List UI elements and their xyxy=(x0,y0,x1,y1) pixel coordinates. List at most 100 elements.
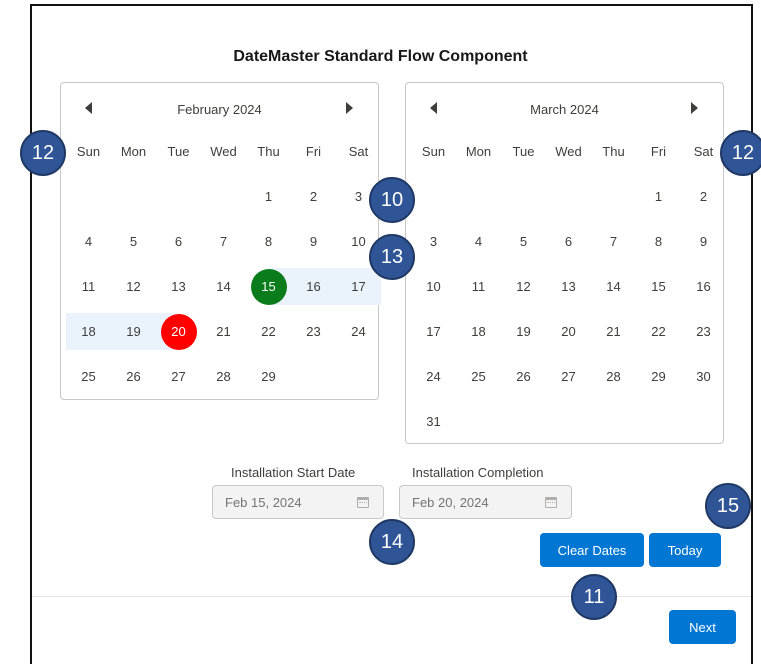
day-number: 4 xyxy=(474,234,483,249)
day-cell[interactable]: 4 xyxy=(456,223,501,260)
weekday-label: Sun xyxy=(421,144,446,159)
day-cell[interactable]: 26 xyxy=(111,358,156,395)
week-row: 123 xyxy=(66,174,381,219)
day-cell[interactable]: 9 xyxy=(681,223,726,260)
day-cell[interactable]: 7 xyxy=(201,223,246,260)
day-cell[interactable]: 2 xyxy=(291,178,336,215)
day-cell[interactable]: 13 xyxy=(546,268,591,305)
day-cell[interactable]: 11 xyxy=(456,268,501,305)
day-cell[interactable]: 18 xyxy=(66,313,111,350)
day-cell[interactable]: 12 xyxy=(501,268,546,305)
annotation-badge: 12 xyxy=(20,130,66,176)
clear-dates-button[interactable]: Clear Dates xyxy=(540,533,644,567)
day-cell[interactable]: 6 xyxy=(156,223,201,260)
empty-day-cell xyxy=(156,178,201,215)
day-cell[interactable]: 30 xyxy=(681,358,726,395)
day-number: 16 xyxy=(696,279,711,294)
day-cell[interactable]: 1 xyxy=(246,178,291,215)
calendar-icon[interactable] xyxy=(545,497,557,508)
week-row: 18 19 20 21 22 23 24 xyxy=(66,309,381,354)
day-cell[interactable]: 25 xyxy=(66,358,111,395)
day-cell[interactable]: 8 xyxy=(246,223,291,260)
day-cell[interactable]: 27 xyxy=(156,358,201,395)
empty-day-cell xyxy=(456,178,501,215)
day-cell[interactable]: 13 xyxy=(156,268,201,305)
day-cell[interactable]: 20 xyxy=(156,313,201,350)
day-number: 9 xyxy=(309,234,318,249)
day-cell[interactable]: 18 xyxy=(456,313,501,350)
weekday-header-row: Sun Mon Tue Wed Thu Fri Sat xyxy=(411,129,726,174)
day-cell[interactable]: 15 xyxy=(636,268,681,305)
day-cell[interactable]: 22 xyxy=(636,313,681,350)
day-cell[interactable]: 29 xyxy=(636,358,681,395)
day-cell[interactable]: 17 xyxy=(411,313,456,350)
week-row: 10 11 12 13 14 15 16 xyxy=(411,264,726,309)
today-button[interactable]: Today xyxy=(649,533,721,567)
day-cell[interactable]: 10 xyxy=(411,268,456,305)
next-month-button[interactable] xyxy=(687,101,701,115)
day-cell[interactable]: 16 xyxy=(291,268,336,305)
calendar-icon[interactable] xyxy=(357,497,369,508)
day-cell[interactable]: 24 xyxy=(336,313,381,350)
day-cell[interactable]: 7 xyxy=(591,223,636,260)
week-row: 4 5 6 7 8 9 10 xyxy=(66,219,381,264)
day-cell[interactable]: 5 xyxy=(501,223,546,260)
weekday-header-row: Sun Mon Tue Wed Thu Fri Sat xyxy=(66,129,381,174)
day-cell[interactable]: 24 xyxy=(411,358,456,395)
next-month-button[interactable] xyxy=(342,101,356,115)
day-cell[interactable]: 15 xyxy=(246,268,291,305)
calendar-grid: Sun Mon Tue Wed Thu Fri Sat 1 2 3 4 5 6 7 8 9 10 11 12 13 14… xyxy=(411,129,726,444)
day-cell[interactable]: 20 xyxy=(546,313,591,350)
day-number: 2 xyxy=(309,189,318,204)
day-number: 25 xyxy=(471,369,486,384)
day-cell[interactable]: 2 xyxy=(681,178,726,215)
empty-day-cell xyxy=(411,178,456,215)
day-cell[interactable]: 19 xyxy=(111,313,156,350)
day-number: 18 xyxy=(471,324,486,339)
day-cell[interactable]: 21 xyxy=(201,313,246,350)
day-number: 27 xyxy=(561,369,576,384)
next-button[interactable]: Next xyxy=(669,610,736,644)
day-cell[interactable]: 27 xyxy=(546,358,591,395)
day-cell[interactable]: 19 xyxy=(501,313,546,350)
day-cell[interactable]: 21 xyxy=(591,313,636,350)
day-cell[interactable]: 9 xyxy=(291,223,336,260)
day-cell[interactable]: 11 xyxy=(66,268,111,305)
day-cell[interactable]: 1 xyxy=(636,178,681,215)
day-cell[interactable]: 17 xyxy=(336,268,381,305)
day-number: 13 xyxy=(171,279,186,294)
start-date-field[interactable]: Feb 15, 2024 xyxy=(212,485,384,519)
week-row: 3 4 5 6 7 8 9 xyxy=(411,219,726,264)
day-cell[interactable]: 31 xyxy=(411,403,456,440)
weekday-label: Thu xyxy=(257,144,280,159)
empty-day-cell xyxy=(66,178,111,215)
day-number: 5 xyxy=(129,234,138,249)
day-cell[interactable]: 23 xyxy=(681,313,726,350)
day-cell[interactable]: 28 xyxy=(201,358,246,395)
day-number: 25 xyxy=(81,369,96,384)
day-number: 11 xyxy=(471,279,486,294)
day-cell[interactable]: 8 xyxy=(636,223,681,260)
day-cell[interactable]: 6 xyxy=(546,223,591,260)
day-number: 6 xyxy=(174,234,183,249)
day-cell[interactable]: 28 xyxy=(591,358,636,395)
day-cell[interactable]: 4 xyxy=(66,223,111,260)
empty-day-cell xyxy=(501,178,546,215)
day-cell[interactable]: 26 xyxy=(501,358,546,395)
day-cell[interactable]: 3 xyxy=(411,223,456,260)
end-date-field[interactable]: Feb 20, 2024 xyxy=(399,485,572,519)
calendar-february: February 2024 Sun Mon Tue Wed Thu Fri Sat 1 2 3 4 5… xyxy=(60,82,381,400)
week-row: 17 18 19 20 21 22 23 xyxy=(411,309,726,354)
day-cell[interactable]: 12 xyxy=(111,268,156,305)
empty-day-cell xyxy=(591,178,636,215)
weekday-label: Sun xyxy=(76,144,101,159)
day-cell[interactable]: 14 xyxy=(591,268,636,305)
day-cell[interactable]: 23 xyxy=(291,313,336,350)
day-cell[interactable]: 29 xyxy=(246,358,291,395)
day-cell[interactable]: 25 xyxy=(456,358,501,395)
day-cell[interactable]: 22 xyxy=(246,313,291,350)
day-cell[interactable]: 14 xyxy=(201,268,246,305)
day-cell[interactable]: 5 xyxy=(111,223,156,260)
day-cell[interactable]: 16 xyxy=(681,268,726,305)
annotation-badge: 14 xyxy=(369,519,415,565)
